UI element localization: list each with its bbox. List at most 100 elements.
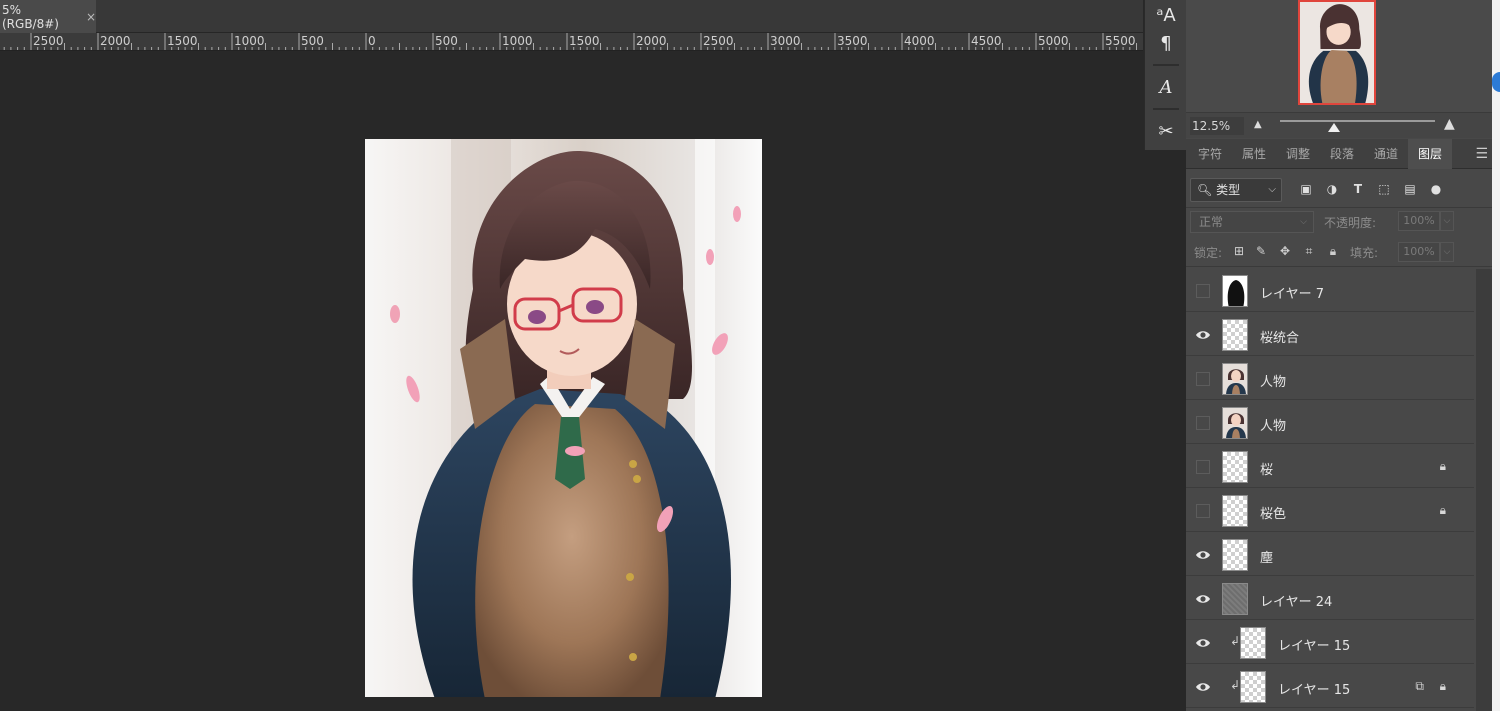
- layer-name: 人物: [1260, 375, 1287, 390]
- layer-row[interactable]: 人物: [1186, 357, 1474, 400]
- layer-thumbnail[interactable]: [1222, 451, 1248, 483]
- layer-name: レイヤー 15: [1278, 683, 1351, 698]
- layer-thumbnail[interactable]: [1222, 275, 1248, 307]
- navigator-thumbnail[interactable]: [1298, 0, 1376, 105]
- visibility-toggle[interactable]: [1196, 504, 1210, 518]
- tab-paragraph[interactable]: 段落: [1320, 139, 1364, 169]
- document-tab[interactable]: 5%(RGB/8#) ×: [0, 0, 96, 33]
- filter-adjustment-icon[interactable]: ◑: [1324, 181, 1340, 197]
- smart-object-icon: ⧉: [1415, 679, 1424, 693]
- layer-row[interactable]: 人物: [1186, 401, 1474, 444]
- layer-lock-icon: 🔒︎: [1439, 679, 1446, 693]
- layer-thumbnail[interactable]: [1240, 671, 1266, 703]
- filter-toggle-icon[interactable]: ●: [1428, 181, 1444, 197]
- visibility-toggle[interactable]: [1196, 372, 1210, 386]
- layer-row[interactable]: ↲ レイヤー 15: [1186, 621, 1474, 664]
- opacity-chevron-icon[interactable]: ⌵: [1440, 211, 1454, 231]
- layer-name: レイヤー 7: [1260, 287, 1325, 302]
- layer-row[interactable]: 桜 🔒︎: [1186, 445, 1474, 488]
- layers-scrollbar[interactable]: [1476, 269, 1492, 711]
- ruler-label: 3000: [770, 34, 801, 48]
- visibility-eye-icon[interactable]: [1195, 679, 1211, 695]
- document-canvas-image[interactable]: [365, 139, 762, 697]
- filter-pixel-icon[interactable]: ▣: [1298, 181, 1314, 197]
- lock-brush-icon[interactable]: ✎: [1254, 244, 1268, 258]
- layer-row[interactable]: レイヤー 24: [1186, 577, 1474, 620]
- paragraph-styles-icon[interactable]: ¶: [1145, 28, 1187, 58]
- ruler-label: 0: [368, 34, 376, 48]
- layer-row[interactable]: 塵: [1186, 533, 1474, 576]
- layer-thumbnail[interactable]: [1222, 363, 1248, 395]
- blend-mode-select[interactable]: 正常 ⌵: [1190, 211, 1314, 233]
- filter-type-icon[interactable]: T: [1350, 181, 1366, 197]
- layer-row[interactable]: レイヤー 7: [1186, 269, 1474, 312]
- layer-lock-icon: 🔒︎: [1439, 503, 1446, 517]
- visibility-toggle[interactable]: [1196, 416, 1210, 430]
- layer-thumbnail[interactable]: [1222, 407, 1248, 439]
- layer-thumbnail[interactable]: [1240, 627, 1266, 659]
- tab-channels[interactable]: 通道: [1364, 139, 1408, 169]
- tab-adjustments[interactable]: 调整: [1276, 139, 1320, 169]
- ruler-label: 4000: [904, 34, 935, 48]
- search-icon: 🔍︎: [1197, 183, 1213, 197]
- opacity-field[interactable]: 100%: [1398, 211, 1440, 231]
- filter-smart-object-icon[interactable]: ▤: [1402, 181, 1418, 197]
- filter-shape-icon[interactable]: ⬚: [1376, 181, 1392, 197]
- blend-row: 正常 ⌵ 不透明度: 100% ⌵: [1186, 208, 1492, 236]
- zoom-out-icon[interactable]: ▲: [1254, 119, 1262, 130]
- fill-chevron-icon[interactable]: ⌵: [1440, 242, 1454, 262]
- zoom-in-icon[interactable]: ▲: [1444, 116, 1455, 132]
- ruler-label: 5500: [1105, 34, 1136, 48]
- layer-filter-kind-select[interactable]: 🔍︎ 类型 ⌵: [1190, 178, 1282, 202]
- tool-presets-icon[interactable]: ✂: [1145, 116, 1187, 146]
- zoom-level-field[interactable]: 12.5%: [1190, 117, 1244, 135]
- layer-name: レイヤー 15: [1278, 639, 1351, 654]
- fill-label: 填充:: [1350, 246, 1379, 260]
- layer-thumbnail[interactable]: [1222, 319, 1248, 351]
- ruler-label: 2500: [703, 34, 734, 48]
- layer-thumbnail[interactable]: [1222, 539, 1248, 571]
- panel-menu-icon[interactable]: ☰: [1475, 139, 1488, 169]
- zoom-slider[interactable]: [1280, 120, 1435, 122]
- zoom-slider-handle[interactable]: [1328, 123, 1341, 132]
- layer-name: レイヤー 24: [1260, 595, 1333, 610]
- lock-position-icon[interactable]: ✥: [1278, 244, 1292, 258]
- adjacent-window-badge: [1492, 72, 1500, 92]
- visibility-eye-icon[interactable]: [1195, 327, 1211, 343]
- document-tab-title: 5%(RGB/8#): [2, 2, 59, 31]
- layer-row[interactable]: 桜色 🔒︎: [1186, 489, 1474, 532]
- tab-layers[interactable]: 图层: [1408, 139, 1452, 169]
- panel-tabs: 字符 属性 调整 段落 通道 图层 ☰: [1186, 139, 1492, 169]
- ruler-label: 3500: [837, 34, 868, 48]
- close-tab-icon[interactable]: ×: [86, 10, 96, 24]
- adjacent-window-edge: [1492, 0, 1500, 711]
- lock-label: 锁定:: [1194, 246, 1223, 260]
- visibility-eye-icon[interactable]: [1195, 635, 1211, 651]
- ruler-label: 500: [301, 34, 324, 48]
- glyphs-icon[interactable]: A: [1145, 72, 1187, 102]
- layer-thumbnail[interactable]: [1222, 495, 1248, 527]
- visibility-toggle[interactable]: [1196, 284, 1210, 298]
- navigator-zoom-row: 12.5% ▲ ▲: [1186, 112, 1492, 138]
- lock-all-icon[interactable]: 🔒︎: [1326, 244, 1340, 258]
- ruler-label: 1500: [569, 34, 600, 48]
- layer-row[interactable]: ↲ レイヤー 15 ⧉ 🔒︎: [1186, 665, 1474, 708]
- lock-artboard-icon[interactable]: ⌗: [1302, 244, 1316, 258]
- layer-row[interactable]: 桜统合: [1186, 313, 1474, 356]
- visibility-toggle[interactable]: [1196, 460, 1210, 474]
- ruler-label: 4500: [971, 34, 1002, 48]
- clipping-mask-icon: ↲: [1230, 678, 1241, 692]
- character-styles-icon[interactable]: ᵃA: [1145, 0, 1187, 30]
- visibility-eye-icon[interactable]: [1195, 591, 1211, 607]
- tool-separator: [1153, 64, 1179, 66]
- lock-row: 锁定: ⊞ ✎ ✥ ⌗ 🔒︎ 填充: 100% ⌵: [1186, 237, 1492, 267]
- blend-mode-label: 正常: [1199, 215, 1224, 229]
- horizontal-ruler[interactable]: 2500 2000 1500 1000 500 0 500 1000 1500 2000 2500 3…: [0, 33, 1143, 51]
- tab-properties[interactable]: 属性: [1232, 139, 1276, 169]
- lock-transparency-icon[interactable]: ⊞: [1232, 244, 1246, 258]
- visibility-eye-icon[interactable]: [1195, 547, 1211, 563]
- layer-thumbnail[interactable]: [1222, 583, 1248, 615]
- layer-name: 桜统合: [1260, 331, 1300, 346]
- tab-character[interactable]: 字符: [1188, 139, 1232, 169]
- fill-field[interactable]: 100%: [1398, 242, 1440, 262]
